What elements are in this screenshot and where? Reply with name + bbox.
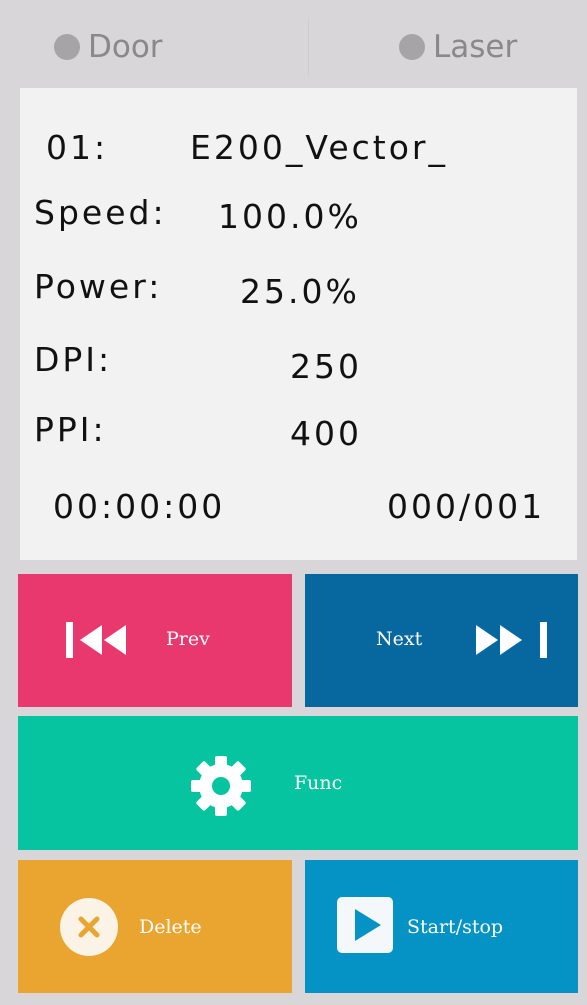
prev-button[interactable]: Prev — [18, 574, 292, 707]
status-divider — [308, 18, 309, 76]
close-circle-icon — [60, 898, 118, 956]
next-label: Next — [376, 628, 423, 650]
status-bar: Door Laser — [0, 0, 587, 88]
play-icon — [337, 897, 393, 953]
dpi-value: 250 — [290, 347, 362, 386]
start-stop-button[interactable]: Start/stop — [305, 860, 578, 993]
func-button[interactable]: Func — [18, 716, 578, 850]
delete-button[interactable]: Delete — [18, 860, 292, 993]
dpi-label: DPI: — [34, 340, 113, 379]
gear-icon — [191, 756, 251, 816]
start-stop-label: Start/stop — [407, 916, 504, 938]
laser-status-dot-icon — [399, 34, 425, 60]
speed-value: 100.0% — [218, 197, 362, 236]
power-label: Power: — [34, 267, 163, 306]
elapsed-time: 00:00:00 — [53, 487, 226, 526]
ppi-value: 400 — [290, 414, 362, 453]
speed-label: Speed: — [34, 193, 167, 232]
file-counter: 000/001 — [387, 487, 546, 526]
file-index: 01: — [46, 128, 109, 167]
power-value: 25.0% — [240, 272, 360, 311]
laser-label: Laser — [433, 29, 518, 65]
prev-label: Prev — [166, 628, 210, 650]
skip-previous-icon — [66, 622, 126, 658]
job-info-panel: 01: E200_Vector_ Speed: 100.0% Power: 25… — [20, 88, 577, 560]
door-indicator: Door — [54, 27, 163, 67]
ppi-label: PPI: — [34, 410, 107, 449]
delete-label: Delete — [139, 916, 202, 938]
laser-indicator: Laser — [399, 27, 517, 67]
next-button[interactable]: Next — [305, 574, 578, 707]
door-label: Door — [88, 29, 163, 65]
door-status-dot-icon — [54, 34, 80, 60]
func-label: Func — [294, 772, 343, 794]
file-name: E200_Vector_ — [190, 128, 448, 167]
skip-next-icon — [476, 622, 547, 658]
